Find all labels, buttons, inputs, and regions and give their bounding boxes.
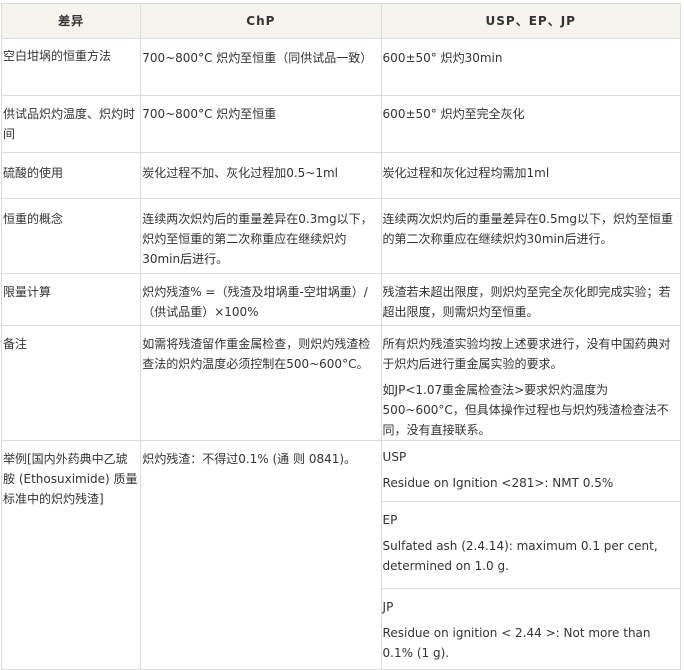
table-row: 恒重的概念 连续两次炽灼后的重量差异在0.3mg以下，炽灼至恒重的第二次称重应在… <box>0 198 682 274</box>
table-row: 供试品炽灼温度、炽灼时间 700~800°C 炽灼至恒重 600±50° 炽灼至… <box>0 95 682 153</box>
row-label: 举例[国内外药典中乙琥胺 (Ethosuximide) 质量标准中的炽灼残渣] <box>0 440 142 670</box>
header-chp: ChP <box>140 3 382 39</box>
row-label: 供试品炽灼温度、炽灼时间 <box>0 95 142 153</box>
usp-cell: 连续两次炽灼后的重量差异在0.5mg以下，炽灼至恒重的第二次称重应在继续炽灼30… <box>380 198 682 274</box>
row-label: 备注 <box>0 325 142 441</box>
row-label: 空白坩埚的恒重方法 <box>0 38 142 96</box>
comparison-table: 差异 ChP USP、EP、JP 空白坩埚的恒重方法 700~800°C 炽灼至… <box>0 3 682 670</box>
header-difference: 差异 <box>0 3 142 39</box>
header-usp-ep-jp: USP、EP、JP <box>380 3 682 39</box>
table-row: 硫酸的使用 炭化过程不加、灰化过程加0.5~1ml 炭化过程和灰化过程均需加1m… <box>0 152 682 199</box>
row-label: 硫酸的使用 <box>0 152 142 199</box>
chp-cell: 700~800°C 炽灼至恒重（同供试品一致） <box>140 38 382 96</box>
chp-cell: 炽灼残渣% =（残渣及坩埚重-空坩埚重）/（供试品重）×100% <box>140 273 382 326</box>
example-name: EP <box>382 513 398 527</box>
example-text: Sulfated ash (2.4.14): maximum 0.1 per c… <box>382 539 658 573</box>
chp-cell: 炽灼残渣：不得过0.1% (通 则 0841)。 <box>140 440 382 670</box>
chp-cell: 如需将残渣留作重金属检查，则炽灼残渣检查法的炽灼温度必须控制在500~600°C… <box>140 325 382 441</box>
chp-cell: 700~800°C 炽灼至恒重 <box>140 95 382 153</box>
usp-cell: 600±50° 炽灼至完全灰化 <box>380 95 682 153</box>
remark-paragraph: 所有炽灼残渣实验均按上述要求进行，没有中国药典对于炽灼后进行重金属实验的要求。 <box>382 337 671 371</box>
row-label: 限量计算 <box>0 273 142 326</box>
remark-paragraph: 如JP<1.07重金属检查法>要求炽灼温度为500~600°C，但具体操作过程也… <box>382 383 669 437</box>
example-usp: USP Residue on Ignition <281>: NMT 0.5% <box>382 441 680 501</box>
header-row: 差异 ChP USP、EP、JP <box>0 3 682 39</box>
usp-cell: 炭化过程和灰化过程均需加1ml <box>380 152 682 199</box>
table-row: 备注 如需将残渣留作重金属检查，则炽灼残渣检查法的炽灼温度必须控制在500~60… <box>0 325 682 441</box>
row-label: 恒重的概念 <box>0 198 142 274</box>
examples-cell: USP Residue on Ignition <281>: NMT 0.5% … <box>380 440 682 670</box>
example-text: Residue on Ignition <281>: NMT 0.5% <box>382 476 614 490</box>
chp-cell: 炭化过程不加、灰化过程加0.5~1ml <box>140 152 382 199</box>
example-name: USP <box>382 450 407 464</box>
table-row: 限量计算 炽灼残渣% =（残渣及坩埚重-空坩埚重）/（供试品重）×100% 残渣… <box>0 273 682 326</box>
example-text: Residue on ignition < 2.44 >: Not more t… <box>382 626 651 660</box>
usp-cell: 所有炽灼残渣实验均按上述要求进行，没有中国药典对于炽灼后进行重金属实验的要求。 … <box>380 325 682 441</box>
chp-cell: 连续两次炽灼后的重量差异在0.3mg以下，炽灼至恒重的第二次称重应在继续炽灼30… <box>140 198 382 274</box>
usp-cell: 残渣若未超出限度，则炽灼至完全灰化即完成实验；若超出限度，则需炽灼至恒重。 <box>380 273 682 326</box>
table-row: 举例[国内外药典中乙琥胺 (Ethosuximide) 质量标准中的炽灼残渣] … <box>0 440 682 670</box>
usp-cell: 600±50° 炽灼30min <box>380 38 682 96</box>
example-name: JP <box>382 600 394 614</box>
example-ep: EP Sulfated ash (2.4.14): maximum 0.1 pe… <box>381 501 680 588</box>
table-row: 空白坩埚的恒重方法 700~800°C 炽灼至恒重（同供试品一致） 600±50… <box>0 38 682 96</box>
